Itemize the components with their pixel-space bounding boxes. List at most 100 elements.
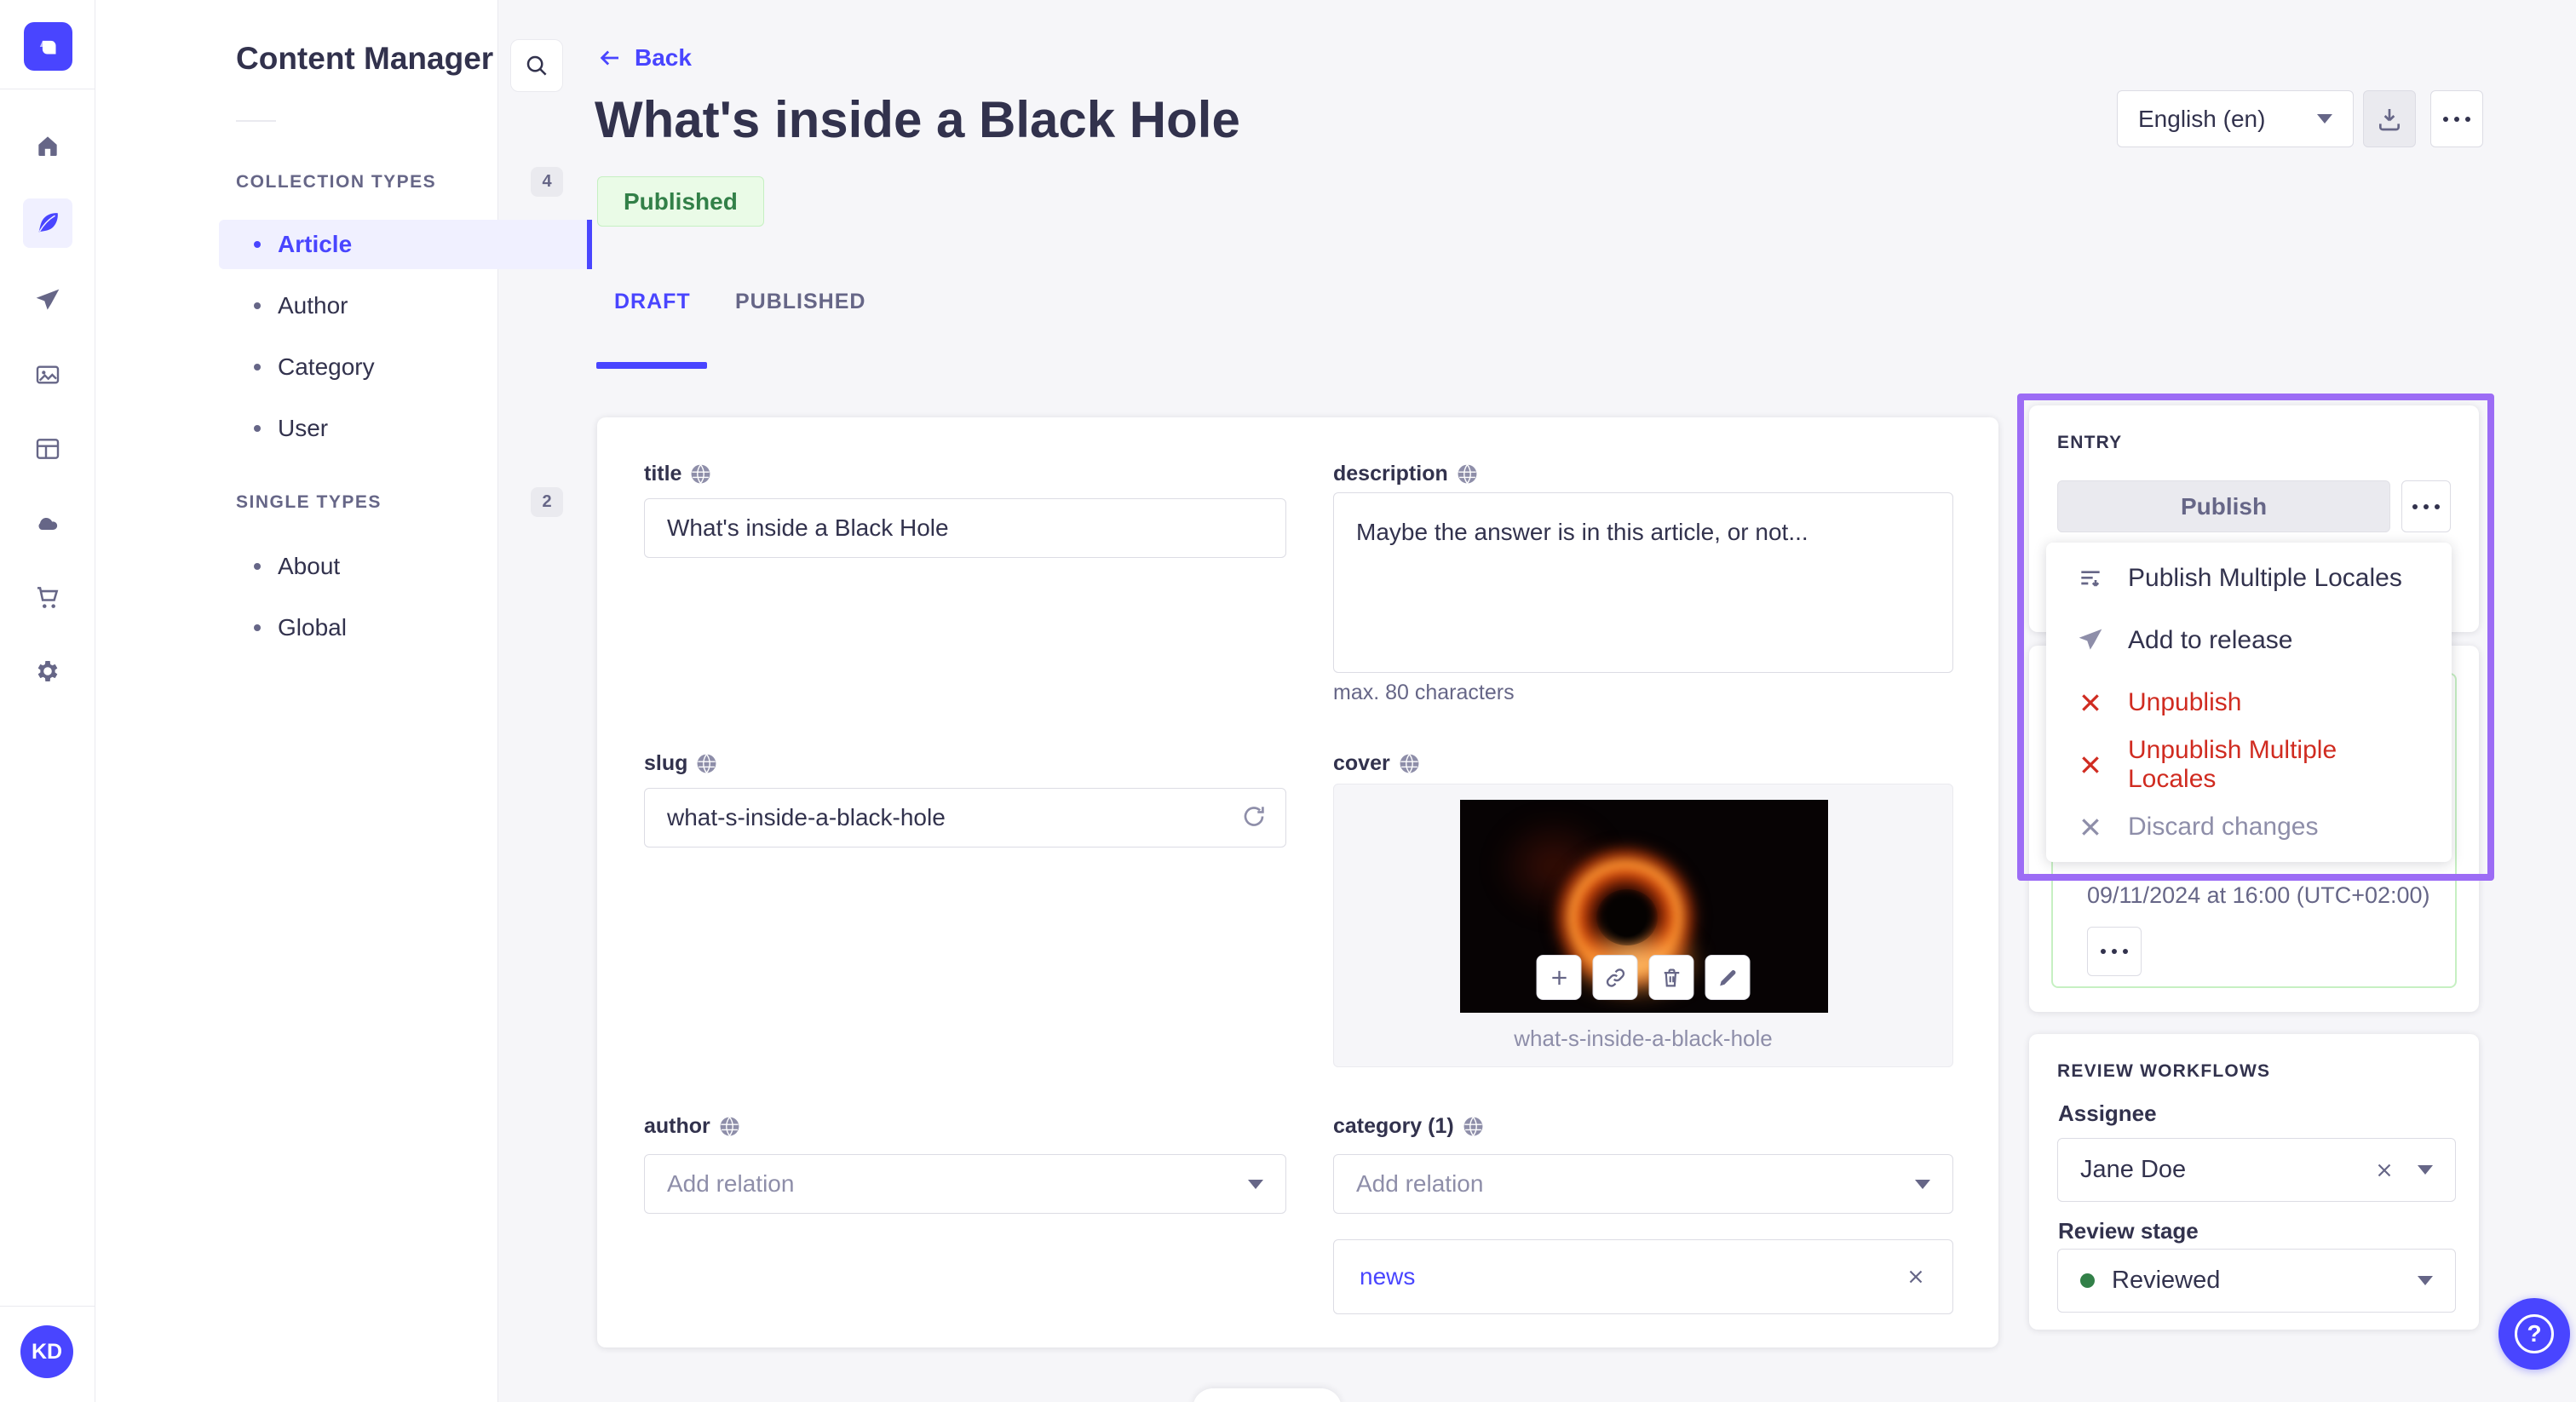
clear-assignee-icon[interactable] bbox=[2373, 1159, 2395, 1181]
sidebar-item-user[interactable]: User bbox=[219, 404, 592, 453]
user-avatar[interactable]: KD bbox=[20, 1325, 73, 1378]
nav-settings[interactable] bbox=[23, 646, 72, 696]
description-hint: max. 80 characters bbox=[1333, 681, 1515, 704]
plus-icon bbox=[1551, 970, 1567, 985]
menu-item-unpublish[interactable]: Unpublish bbox=[2046, 671, 2452, 733]
menu-item-label: Unpublish bbox=[2128, 687, 2242, 716]
nav-content-type-builder[interactable] bbox=[23, 424, 72, 474]
regenerate-slug-button[interactable] bbox=[1240, 803, 1268, 833]
field-label-text: slug bbox=[644, 751, 688, 775]
chevron-down-icon bbox=[1248, 1179, 1263, 1189]
tab-draft[interactable]: DRAFT bbox=[614, 290, 691, 314]
category-tag-news[interactable]: news bbox=[1360, 1263, 1415, 1290]
black-hole-shadow bbox=[1596, 889, 1658, 945]
arrow-left-icon bbox=[600, 50, 618, 66]
description-field-label: description bbox=[1333, 462, 1478, 486]
cross-icon bbox=[2082, 693, 2099, 711]
cover-actions bbox=[1536, 955, 1751, 1000]
entry-more-button[interactable] bbox=[2401, 480, 2451, 532]
avatar-initials: KD bbox=[31, 1339, 63, 1364]
review-stage-combobox[interactable]: Reviewed bbox=[2057, 1249, 2456, 1313]
menu-item-publish-multiple-locales[interactable]: Publish Multiple Locales bbox=[2046, 547, 2452, 609]
back-link[interactable]: Back bbox=[597, 44, 692, 72]
delete-media-button[interactable] bbox=[1648, 955, 1694, 1000]
scheduled-more-button[interactable] bbox=[2087, 927, 2142, 976]
author-relation-combobox[interactable]: Add relation bbox=[644, 1154, 1286, 1214]
edit-media-button[interactable] bbox=[1705, 955, 1751, 1000]
sidebar-item-category[interactable]: Category bbox=[219, 342, 592, 392]
nav-media-library[interactable] bbox=[23, 350, 72, 399]
header-more-button[interactable] bbox=[2430, 90, 2483, 147]
help-button[interactable]: ? bbox=[2498, 1298, 2570, 1370]
back-label: Back bbox=[635, 44, 692, 71]
layout-icon bbox=[36, 439, 60, 459]
cart-icon bbox=[37, 587, 59, 608]
locale-select[interactable]: English (en) bbox=[2117, 90, 2354, 147]
search-icon bbox=[526, 55, 547, 76]
bullet-icon bbox=[254, 425, 261, 432]
field-label-text: cover bbox=[1333, 751, 1390, 775]
search-button[interactable] bbox=[510, 39, 563, 92]
link-icon bbox=[1606, 968, 1624, 987]
status-badge: Published bbox=[597, 176, 764, 227]
divider bbox=[236, 120, 276, 122]
bullet-icon bbox=[254, 624, 261, 631]
nav-home[interactable] bbox=[23, 121, 72, 170]
section-label: SINGLE TYPES bbox=[236, 491, 382, 512]
cover-field-label: cover bbox=[1333, 751, 1420, 776]
content-manager-sidebar: Content Manager COLLECTION TYPES 4 Artic… bbox=[95, 0, 592, 1402]
copy-link-button[interactable] bbox=[1592, 955, 1638, 1000]
menu-item-add-to-release[interactable]: Add to release bbox=[2046, 609, 2452, 671]
menu-item-discard-changes[interactable]: Discard changes bbox=[2046, 796, 2452, 858]
description-textarea[interactable]: Maybe the answer is in this article, or … bbox=[1333, 492, 1953, 673]
nav-marketplace[interactable] bbox=[23, 572, 72, 622]
publish-button[interactable]: Publish bbox=[2057, 480, 2390, 532]
menu-item-label: Discard changes bbox=[2128, 812, 2319, 841]
collection-types-count-badge: 4 bbox=[531, 167, 563, 197]
nav-rail: KD bbox=[0, 0, 95, 1402]
close-icon bbox=[1909, 1270, 1923, 1284]
title-field-label: title bbox=[644, 462, 711, 486]
category-relation-combobox[interactable]: Add relation bbox=[1333, 1154, 1953, 1214]
single-types-header: SINGLE TYPES 2 bbox=[236, 487, 563, 517]
cloud-icon bbox=[38, 517, 58, 531]
download-icon bbox=[2379, 108, 2400, 130]
images-icon bbox=[36, 365, 60, 384]
home-icon bbox=[38, 136, 57, 156]
divider bbox=[0, 1306, 95, 1307]
nav-deploy[interactable] bbox=[23, 498, 72, 548]
sidebar-item-label: Article bbox=[278, 231, 353, 257]
slug-input[interactable] bbox=[644, 788, 1286, 848]
review-workflows-title: REVIEW WORKFLOWS bbox=[2057, 1061, 2271, 1081]
add-media-button[interactable] bbox=[1536, 955, 1582, 1000]
remove-category-icon[interactable] bbox=[1905, 1266, 1927, 1288]
nav-releases[interactable] bbox=[23, 276, 72, 325]
tab-published[interactable]: PUBLISHED bbox=[735, 290, 865, 314]
strapi-logo-icon bbox=[39, 40, 55, 54]
sidebar-item-article[interactable]: Article bbox=[219, 220, 592, 269]
category-placeholder: Add relation bbox=[1356, 1170, 1484, 1197]
refresh-icon bbox=[1244, 807, 1264, 826]
chevron-down-icon bbox=[2317, 114, 2332, 124]
ellipsis-icon bbox=[2443, 116, 2470, 122]
gear-icon bbox=[37, 661, 58, 681]
sidebar-item-global[interactable]: Global bbox=[219, 603, 592, 652]
page-title: What's inside a Black Hole bbox=[595, 91, 1240, 148]
title-input[interactable] bbox=[644, 498, 1286, 558]
menu-item-unpublish-multiple-locales[interactable]: Unpublish Multiple Locales bbox=[2046, 733, 2452, 796]
stage-status-dot-icon bbox=[2080, 1273, 2095, 1288]
sidebar-item-label: Author bbox=[278, 292, 348, 319]
sidebar-item-author[interactable]: Author bbox=[219, 281, 592, 330]
nav-content-manager[interactable] bbox=[23, 198, 72, 248]
review-stage-value: Reviewed bbox=[2112, 1267, 2221, 1294]
cross-icon bbox=[2082, 818, 2099, 836]
sidebar-item-label: Category bbox=[278, 353, 375, 380]
single-types-count-badge: 2 bbox=[531, 487, 563, 517]
publish-actions-menu: Publish Multiple Locales Add to release … bbox=[2046, 543, 2452, 862]
sidebar-item-about[interactable]: About bbox=[219, 542, 592, 591]
list-plus-icon bbox=[2081, 570, 2100, 587]
assignee-combobox[interactable]: Jane Doe bbox=[2057, 1138, 2456, 1202]
download-button[interactable] bbox=[2363, 90, 2416, 147]
strapi-logo[interactable] bbox=[24, 22, 72, 71]
field-label-text: category (1) bbox=[1333, 1114, 1454, 1138]
